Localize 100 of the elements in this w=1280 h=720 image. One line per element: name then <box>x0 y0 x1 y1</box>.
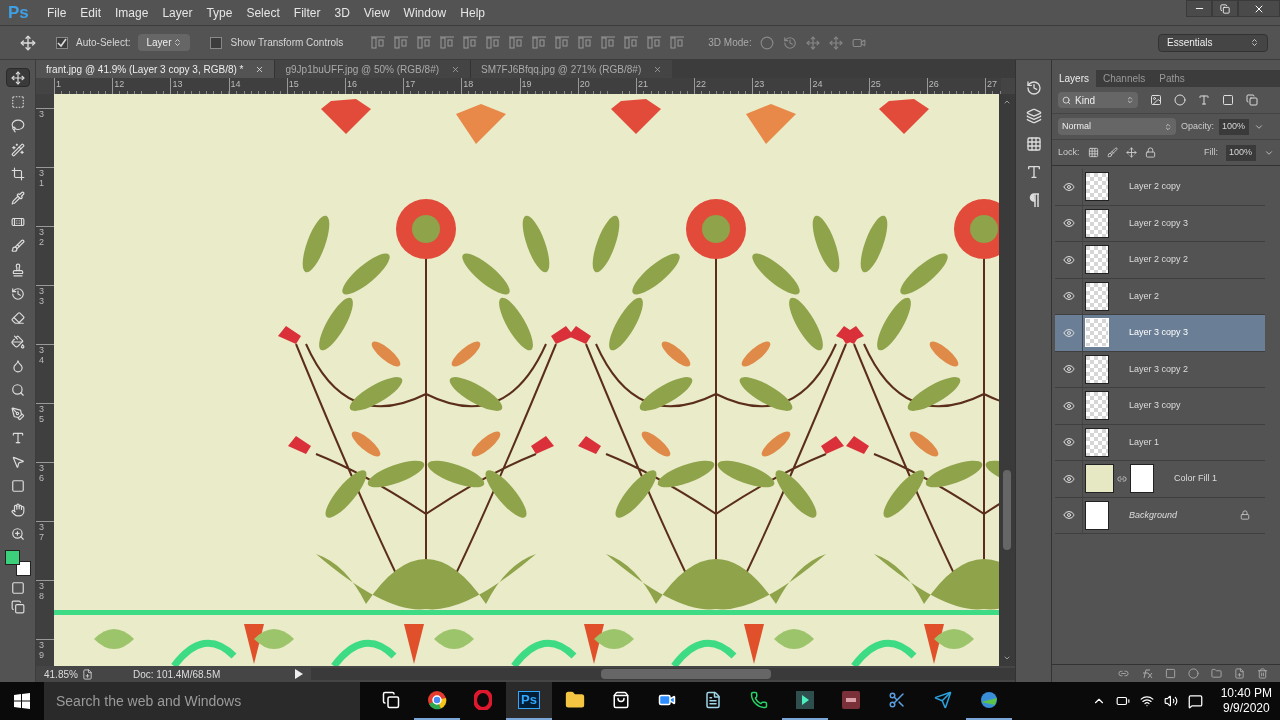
panel-tab[interactable]: Paths <box>1152 70 1192 87</box>
smart-object-filter-icon[interactable] <box>1246 94 1258 106</box>
link-layers-icon[interactable] <box>1118 668 1129 679</box>
visibility-icon[interactable] <box>1062 180 1075 193</box>
menu-item[interactable]: Filter <box>286 3 328 22</box>
layer-row[interactable]: Color Fill 1 <box>1055 461 1265 498</box>
character-panel-icon[interactable] <box>1025 164 1042 180</box>
menu-item[interactable]: Layer <box>155 3 200 22</box>
menu-item[interactable]: View <box>356 3 397 22</box>
horizontal-scrollbar[interactable] <box>311 668 1015 680</box>
move-tool-icon[interactable] <box>20 34 36 51</box>
layer-name[interactable]: Layer 2 copy 2 <box>1129 253 1189 267</box>
lock-position-icon[interactable] <box>1125 147 1137 158</box>
lock-transparent-icon[interactable] <box>1087 147 1099 158</box>
scroll-up-icon[interactable] <box>1003 98 1011 106</box>
type-filter-icon[interactable] <box>1198 94 1210 106</box>
document-tab[interactable]: g9Jp1buUFF.jpg @ 50% (RGB/8#) <box>274 60 471 78</box>
visibility-icon[interactable] <box>1062 363 1075 376</box>
folder-icon[interactable] <box>1211 668 1222 679</box>
layer-row[interactable]: Layer 2 copy 3 <box>1055 205 1265 242</box>
scroll-thumb[interactable] <box>601 669 771 679</box>
play-icon[interactable] <box>295 669 303 679</box>
wifi-icon[interactable] <box>1139 694 1154 708</box>
workspace-dropdown[interactable]: Essentials <box>1158 33 1268 52</box>
screen-mode-icon[interactable] <box>10 600 25 614</box>
layer-name[interactable]: Layer 2 <box>1129 289 1160 303</box>
close-tab-icon[interactable] <box>255 64 265 74</box>
layer-row[interactable]: Layer 3 copy 2 <box>1055 351 1265 388</box>
visibility-icon[interactable] <box>1062 253 1075 266</box>
scroll-down-icon[interactable] <box>1003 654 1011 662</box>
close-tab-icon[interactable] <box>451 64 461 74</box>
layer-row[interactable]: Layer 2 copy 2 <box>1055 242 1265 279</box>
close-tab-icon[interactable] <box>653 64 663 74</box>
delete-icon[interactable] <box>1257 668 1268 679</box>
layer-name[interactable]: Color Fill 1 <box>1174 472 1217 486</box>
blend-mode-dropdown[interactable]: Normal <box>1058 118 1176 135</box>
adjustment-layer-icon[interactable] <box>1188 668 1199 679</box>
battery-icon[interactable] <box>1115 694 1130 708</box>
checkbox[interactable] <box>56 36 68 49</box>
layer-name[interactable]: Layer 1 <box>1129 435 1160 449</box>
menu-item[interactable]: Help <box>453 3 492 22</box>
search-field[interactable]: Search the web and Windows <box>44 682 360 720</box>
notification-icon[interactable] <box>1187 693 1203 709</box>
panel-tab[interactable]: Layers <box>1052 70 1096 87</box>
link-icon[interactable] <box>1117 473 1127 484</box>
menu-item[interactable]: Edit <box>73 3 109 22</box>
checkbox[interactable] <box>210 36 223 49</box>
app-logo: Ps <box>7 1 30 24</box>
visibility-icon[interactable] <box>1062 290 1075 303</box>
pixel-filter-icon[interactable] <box>1150 94 1162 106</box>
layer-name[interactable]: Layer 3 copy <box>1129 399 1181 413</box>
visibility-icon[interactable] <box>1062 217 1075 230</box>
target-dropdown[interactable]: Layer <box>138 34 191 51</box>
layer-mask-icon[interactable] <box>1165 668 1176 679</box>
clock-time[interactable]: 10:40 PM <box>1220 686 1272 701</box>
layer-style-icon[interactable] <box>1141 668 1153 679</box>
lock-all-icon[interactable] <box>1144 147 1156 158</box>
photoshop-taskbar-icon[interactable]: Ps <box>506 682 552 720</box>
adjustment-filter-icon[interactable] <box>1174 94 1186 106</box>
history-panel-icon[interactable] <box>1025 80 1042 96</box>
vertical-scrollbar[interactable] <box>999 94 1015 666</box>
panel-tab[interactable]: Channels <box>1096 70 1153 87</box>
layer-name[interactable]: Layer 3 copy 3 <box>1129 326 1189 340</box>
layer-name[interactable]: Background <box>1129 508 1178 522</box>
layer-row[interactable]: Layer 2 <box>1055 278 1265 315</box>
new-layer-icon[interactable] <box>1234 668 1245 679</box>
menu-item[interactable]: Type <box>199 3 240 22</box>
lock-pixels-icon[interactable] <box>1106 147 1118 158</box>
layer-row[interactable]: Layer 3 copy <box>1055 388 1265 425</box>
opacity-field[interactable]: 100% <box>1219 118 1249 135</box>
layer-row[interactable]: Layer 2 copy <box>1055 169 1265 206</box>
restore-button[interactable] <box>1212 0 1238 17</box>
quick-mask-icon[interactable] <box>10 581 25 595</box>
zoom-level[interactable]: 41.85% <box>36 666 82 682</box>
layer-row[interactable]: Background <box>1055 497 1265 534</box>
volume-icon[interactable] <box>1163 694 1178 708</box>
shape-filter-icon[interactable] <box>1222 94 1234 106</box>
layer-name[interactable]: Layer 2 copy <box>1129 180 1181 194</box>
menu-item[interactable]: File <box>40 3 74 22</box>
scroll-thumb[interactable] <box>1003 470 1011 550</box>
move-tool-icon[interactable] <box>5 68 30 87</box>
visibility-icon[interactable] <box>1062 436 1075 449</box>
document-tab[interactable]: frant.jpg @ 41.9% (Layer 3 copy 3, RGB/8) * <box>36 60 275 78</box>
menu-item[interactable]: Select <box>239 3 287 22</box>
fill-field[interactable]: 100% <box>1226 144 1256 161</box>
menu-item[interactable]: Image <box>108 3 156 22</box>
foreground-color-swatch[interactable] <box>4 550 20 565</box>
layer-name[interactable]: Layer 2 copy 3 <box>1129 216 1189 230</box>
filter-dropdown[interactable]: Kind <box>1058 92 1138 108</box>
document-tab[interactable]: SM7FJ6Bfqq.jpg @ 271% (RGB/8#) <box>470 60 673 78</box>
layer-name[interactable]: Layer 3 copy 2 <box>1129 362 1189 376</box>
menu-item[interactable]: Window <box>396 3 454 22</box>
clock-date[interactable]: 9/9/2020 <box>1222 701 1270 716</box>
visibility-icon[interactable] <box>1062 472 1075 485</box>
visibility-icon[interactable] <box>1062 399 1075 412</box>
visibility-icon[interactable] <box>1062 326 1075 339</box>
visibility-icon[interactable] <box>1062 509 1075 522</box>
menu-item[interactable]: 3D <box>327 3 357 22</box>
layer-row[interactable]: Layer 3 copy 3 <box>1055 315 1265 352</box>
layer-row[interactable]: Layer 1 <box>1055 424 1265 461</box>
